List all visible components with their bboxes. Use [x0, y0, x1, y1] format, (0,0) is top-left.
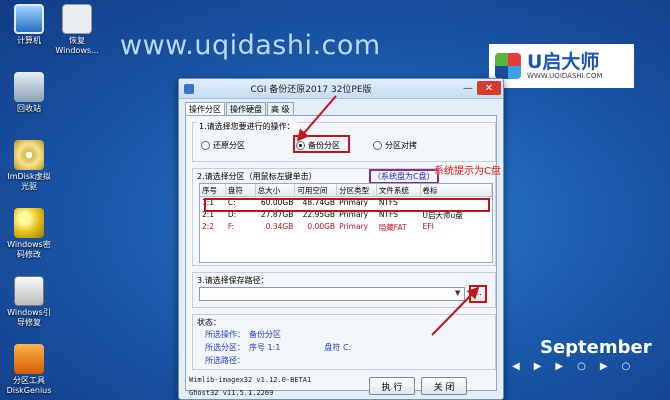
status-partition: 所选分区： 序号 1:1 盘符 C: — [205, 342, 351, 353]
cell: 2:2 — [202, 222, 215, 231]
logo-brand: U启大师 — [527, 51, 600, 73]
desktop-icon-diskgenius[interactable]: 分区工具 DiskGenius — [2, 344, 56, 396]
radio-restore[interactable]: 还原分区 — [201, 140, 245, 151]
calendar-control[interactable]: ○ — [577, 361, 586, 372]
tab-disk[interactable]: 操作硬盘 — [226, 102, 266, 115]
watermark-text: www.uqidashi.com — [120, 30, 381, 61]
system-disk-hint: （系统盘为C盘） — [369, 169, 439, 184]
minimize-button[interactable]: — — [459, 81, 477, 95]
disc-icon — [14, 140, 44, 170]
calendar-control[interactable]: ○ — [622, 361, 631, 372]
chevron-down-icon[interactable]: ▼ — [455, 289, 460, 297]
column-header[interactable]: 盘符 — [226, 184, 256, 196]
brand-logo: U启大师 WWW.UQIDASHI.COM — [489, 44, 634, 88]
column-header[interactable]: 卷标 — [421, 184, 493, 196]
save-path-group: 3.请选择保存路径： ▼ ... — [192, 272, 496, 308]
radio-indicator — [201, 141, 210, 150]
logo-icon — [495, 53, 521, 79]
cell: 0.34GB — [265, 222, 294, 231]
radio-label: 分区对拷 — [385, 141, 417, 150]
desktop-icon-password[interactable]: Windows密 码修改 — [2, 208, 56, 260]
desktop-icon-restore-windows[interactable]: 恢复 Windows... — [50, 4, 104, 56]
status-key: 所选分区： — [205, 343, 245, 352]
calendar-control[interactable]: ◀ — [512, 361, 520, 372]
cell: Primary — [339, 222, 369, 231]
operation-group: 1.请选择您要进行的操作： 还原分区 备份分区 分区对拷 — [192, 121, 496, 162]
close-window-button[interactable]: ✕ — [477, 81, 501, 95]
selected-row-highlight — [204, 198, 490, 212]
status-key: 所选路径： — [205, 356, 245, 365]
table-row[interactable]: 2:2 F: 0.34GB 0.00GB Primary 隐藏FAT EFI — [200, 221, 492, 233]
status-value: 盘符 C: — [324, 343, 352, 352]
partition-group: 2.请选择分区（用鼠标左键单击） （系统盘为C盘） 序号 盘符 总大小 可用空间… — [192, 168, 496, 266]
radio-indicator — [373, 141, 382, 150]
desktop-icon-label: Windows密 码修改 — [7, 240, 51, 259]
desktop-icon-imdisk[interactable]: ImDisk虚拟 光驱 — [2, 140, 56, 192]
calendar-gadget: September ◀ ▶ ▶ ○ ▶ ○ — [512, 337, 652, 372]
column-header[interactable]: 分区类型 — [337, 184, 377, 196]
column-header[interactable]: 序号 — [200, 184, 226, 196]
tab-panel: 1.请选择您要进行的操作： 还原分区 备份分区 分区对拷 2.请选择分区（用鼠标… — [185, 115, 497, 391]
desktop-icon-label: 回收站 — [17, 104, 41, 113]
partition-table: 序号 盘符 总大小 可用空间 分区类型 文件系统 卷标 1:1 C: 60.00… — [199, 183, 493, 263]
diskgenius-icon — [14, 344, 44, 374]
key-icon — [14, 208, 44, 238]
desktop-icon-label: ImDisk虚拟 光驱 — [7, 172, 51, 191]
radio-copy[interactable]: 分区对拷 — [373, 140, 417, 151]
version-ghost: Ghost32 v11.5.1.2269 — [189, 389, 274, 397]
highlight-box — [293, 135, 350, 153]
desktop-icon-label: 计算机 — [17, 36, 41, 45]
tab-bar: 操作分区 操作硬盘 高 级 — [179, 99, 503, 115]
windows-icon — [62, 4, 92, 34]
window-footer: Wimlib-imagex32 v1.12.0-BETA1 Ghost32 v1… — [179, 373, 503, 400]
cell: F: — [227, 222, 235, 231]
desktop-icon-label: Windows引 导修复 — [7, 308, 51, 327]
save-path-input[interactable] — [199, 287, 465, 301]
column-header[interactable]: 总大小 — [256, 184, 296, 196]
windows-repair-icon — [14, 276, 44, 306]
tab-advanced[interactable]: 高 级 — [267, 102, 294, 115]
partition-label: 2.请选择分区（用鼠标左键单击） — [197, 172, 317, 181]
desktop-icon-label: 恢复 Windows... — [55, 36, 99, 55]
browse-button[interactable]: ... — [469, 285, 487, 303]
status-path: 所选路径： — [205, 355, 249, 366]
column-header[interactable]: 可用空间 — [295, 184, 338, 196]
calendar-control[interactable]: ▶ — [534, 361, 542, 372]
computer-icon — [14, 4, 44, 34]
status-group: 状态： 所选操作： 备份分区 所选分区： 序号 1:1 盘符 C: 所选路径： — [192, 314, 496, 370]
radio-label: 还原分区 — [213, 141, 245, 150]
calendar-control[interactable]: ▶ — [555, 361, 563, 372]
title-bar[interactable]: CGI 备份还原2017 32位PE版 — ✕ — [179, 79, 503, 99]
status-value: 备份分区 — [249, 330, 281, 339]
table-header: 序号 盘符 总大小 可用空间 分区类型 文件系统 卷标 — [200, 184, 493, 197]
execute-button[interactable]: 执 行 — [369, 377, 415, 395]
operation-legend: 1.请选择您要进行的操作： — [197, 121, 297, 132]
desktop-icon-computer[interactable]: 计算机 — [2, 4, 56, 46]
save-path-label: 3.请选择保存路径： — [197, 276, 269, 285]
calendar-control[interactable]: ▶ — [600, 361, 608, 372]
tab-partition[interactable]: 操作分区 — [185, 102, 225, 115]
calendar-month: September — [540, 337, 652, 358]
close-button[interactable]: 关 闭 — [421, 377, 467, 395]
desktop-icon-recycle-bin[interactable]: 回收站 — [2, 72, 56, 114]
window-title: CGI 备份还原2017 32位PE版 — [250, 85, 372, 95]
cell: 0.00GB — [307, 222, 336, 231]
status-operation: 所选操作： 备份分区 — [205, 329, 281, 340]
backup-restore-window: CGI 备份还原2017 32位PE版 — ✕ 操作分区 操作硬盘 高 级 1.… — [178, 78, 504, 400]
desktop-icon-label: 分区工具 DiskGenius — [6, 376, 52, 395]
status-label: 状态： — [197, 318, 221, 327]
cell: EFI — [422, 222, 434, 231]
logo-url: WWW.UQIDASHI.COM — [527, 72, 603, 80]
version-wimlib: Wimlib-imagex32 v1.12.0-BETA1 — [189, 376, 312, 384]
annotation-text: 系统提示为C盘 — [434, 166, 501, 177]
desktop-icon-boot-repair[interactable]: Windows引 导修复 — [2, 276, 56, 328]
column-header[interactable]: 文件系统 — [377, 184, 421, 196]
recycle-bin-icon — [14, 72, 44, 102]
status-key: 所选操作： — [205, 330, 245, 339]
status-value: 序号 1:1 — [249, 343, 281, 352]
cell: 隐藏FAT — [378, 223, 407, 232]
